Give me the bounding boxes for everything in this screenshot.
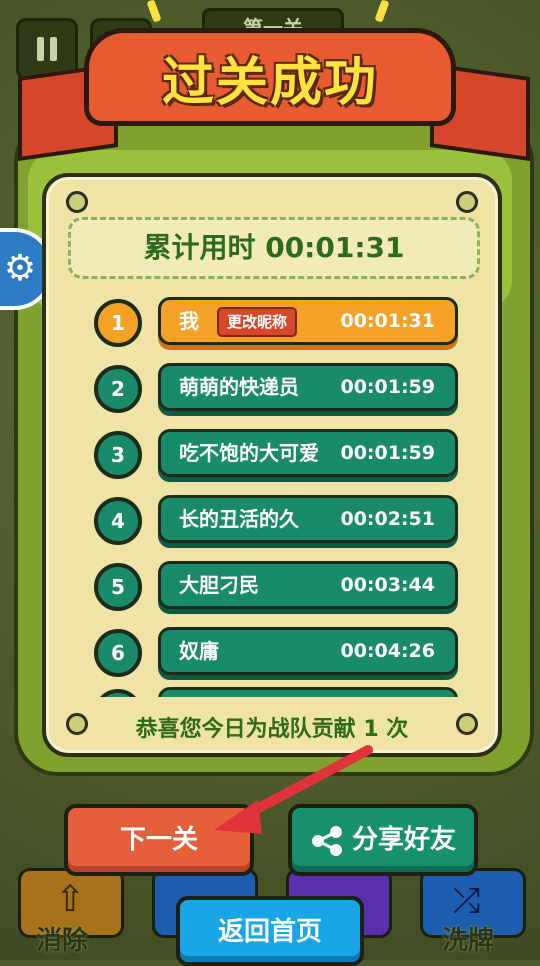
remove-tool-label: 消除 xyxy=(36,926,89,956)
player-time: 00:04:26 xyxy=(340,640,435,662)
leaderboard-row: 6 奴庸 00:04:26 xyxy=(90,627,480,683)
player-time: 00:03:44 xyxy=(340,574,435,596)
player-name: 大胆刁民 xyxy=(179,573,259,597)
shuffle-tool-label: 洗牌 xyxy=(442,926,495,956)
player-name: 萌萌的快递员 xyxy=(179,375,299,399)
player-name: 奴庸 xyxy=(179,639,219,663)
leaderboard-row: 5 大胆刁民 00:03:44 xyxy=(90,561,480,617)
level-complete-title: 过关成功 xyxy=(161,52,378,113)
player-pill xyxy=(158,687,458,697)
return-home-button[interactable]: 返回首页 xyxy=(176,896,364,966)
player-pill: 我 更改昵称 00:01:31 xyxy=(158,297,458,345)
rank-badge: 6 xyxy=(94,629,142,677)
player-time: 00:01:59 xyxy=(340,442,435,464)
leaderboard-row-partial xyxy=(90,687,480,697)
rank-badge: 5 xyxy=(94,563,142,611)
player-pill: 长的丑活的久 00:02:51 xyxy=(158,495,458,543)
leaderboard-row: 3 吃不饱的大可爱 00:01:59 xyxy=(90,429,480,485)
player-time: 00:01:59 xyxy=(340,376,435,398)
player-pill: 大胆刁民 00:03:44 xyxy=(158,561,458,609)
leaderboard-row-me: 1 我 更改昵称 00:01:31 xyxy=(90,297,480,353)
rivet xyxy=(456,191,478,213)
gear-icon: ⚙ xyxy=(3,248,37,289)
player-pill: 吃不饱的大可爱 00:01:59 xyxy=(158,429,458,477)
arrow-up-icon: ⇧ xyxy=(55,879,86,920)
rank-badge: 3 xyxy=(94,431,142,479)
rank-badge: 2 xyxy=(94,365,142,413)
player-pill: 萌萌的快递员 00:01:59 xyxy=(158,363,458,411)
title-ribbon: 过关成功 xyxy=(84,28,456,126)
result-card: 累计用时 00:01:31 1 我 更改昵称 00:01:31 2 萌萌的快递员… xyxy=(42,173,502,757)
leaderboard-row: 2 萌萌的快递员 00:01:59 xyxy=(90,363,480,419)
shuffle-icon: ⤮ xyxy=(453,881,481,921)
rank-badge: 1 xyxy=(94,299,142,347)
player-name: 我 xyxy=(179,309,199,333)
pause-icon xyxy=(37,37,57,61)
player-name: 长的丑活的久 xyxy=(179,507,299,531)
player-time: 00:01:31 xyxy=(340,310,435,332)
congrats-text: 恭喜您今日为战队贡献 1 次 xyxy=(135,717,409,742)
player-pill: 奴庸 00:04:26 xyxy=(158,627,458,675)
total-time: 累计用时 00:01:31 xyxy=(68,217,480,279)
player-name: 吃不饱的大可爱 xyxy=(179,441,319,465)
leaderboard-list[interactable]: 1 我 更改昵称 00:01:31 2 萌萌的快递员 00:01:59 3 吃不… xyxy=(90,287,480,697)
rank-badge: 4 xyxy=(94,497,142,545)
rename-button[interactable]: 更改昵称 xyxy=(217,307,298,337)
player-time: 00:02:51 xyxy=(340,508,435,530)
leaderboard-row: 4 长的丑活的久 00:02:51 xyxy=(90,495,480,551)
tutorial-arrow-icon xyxy=(214,745,373,834)
rank-badge xyxy=(94,689,142,697)
rivet xyxy=(66,191,88,213)
